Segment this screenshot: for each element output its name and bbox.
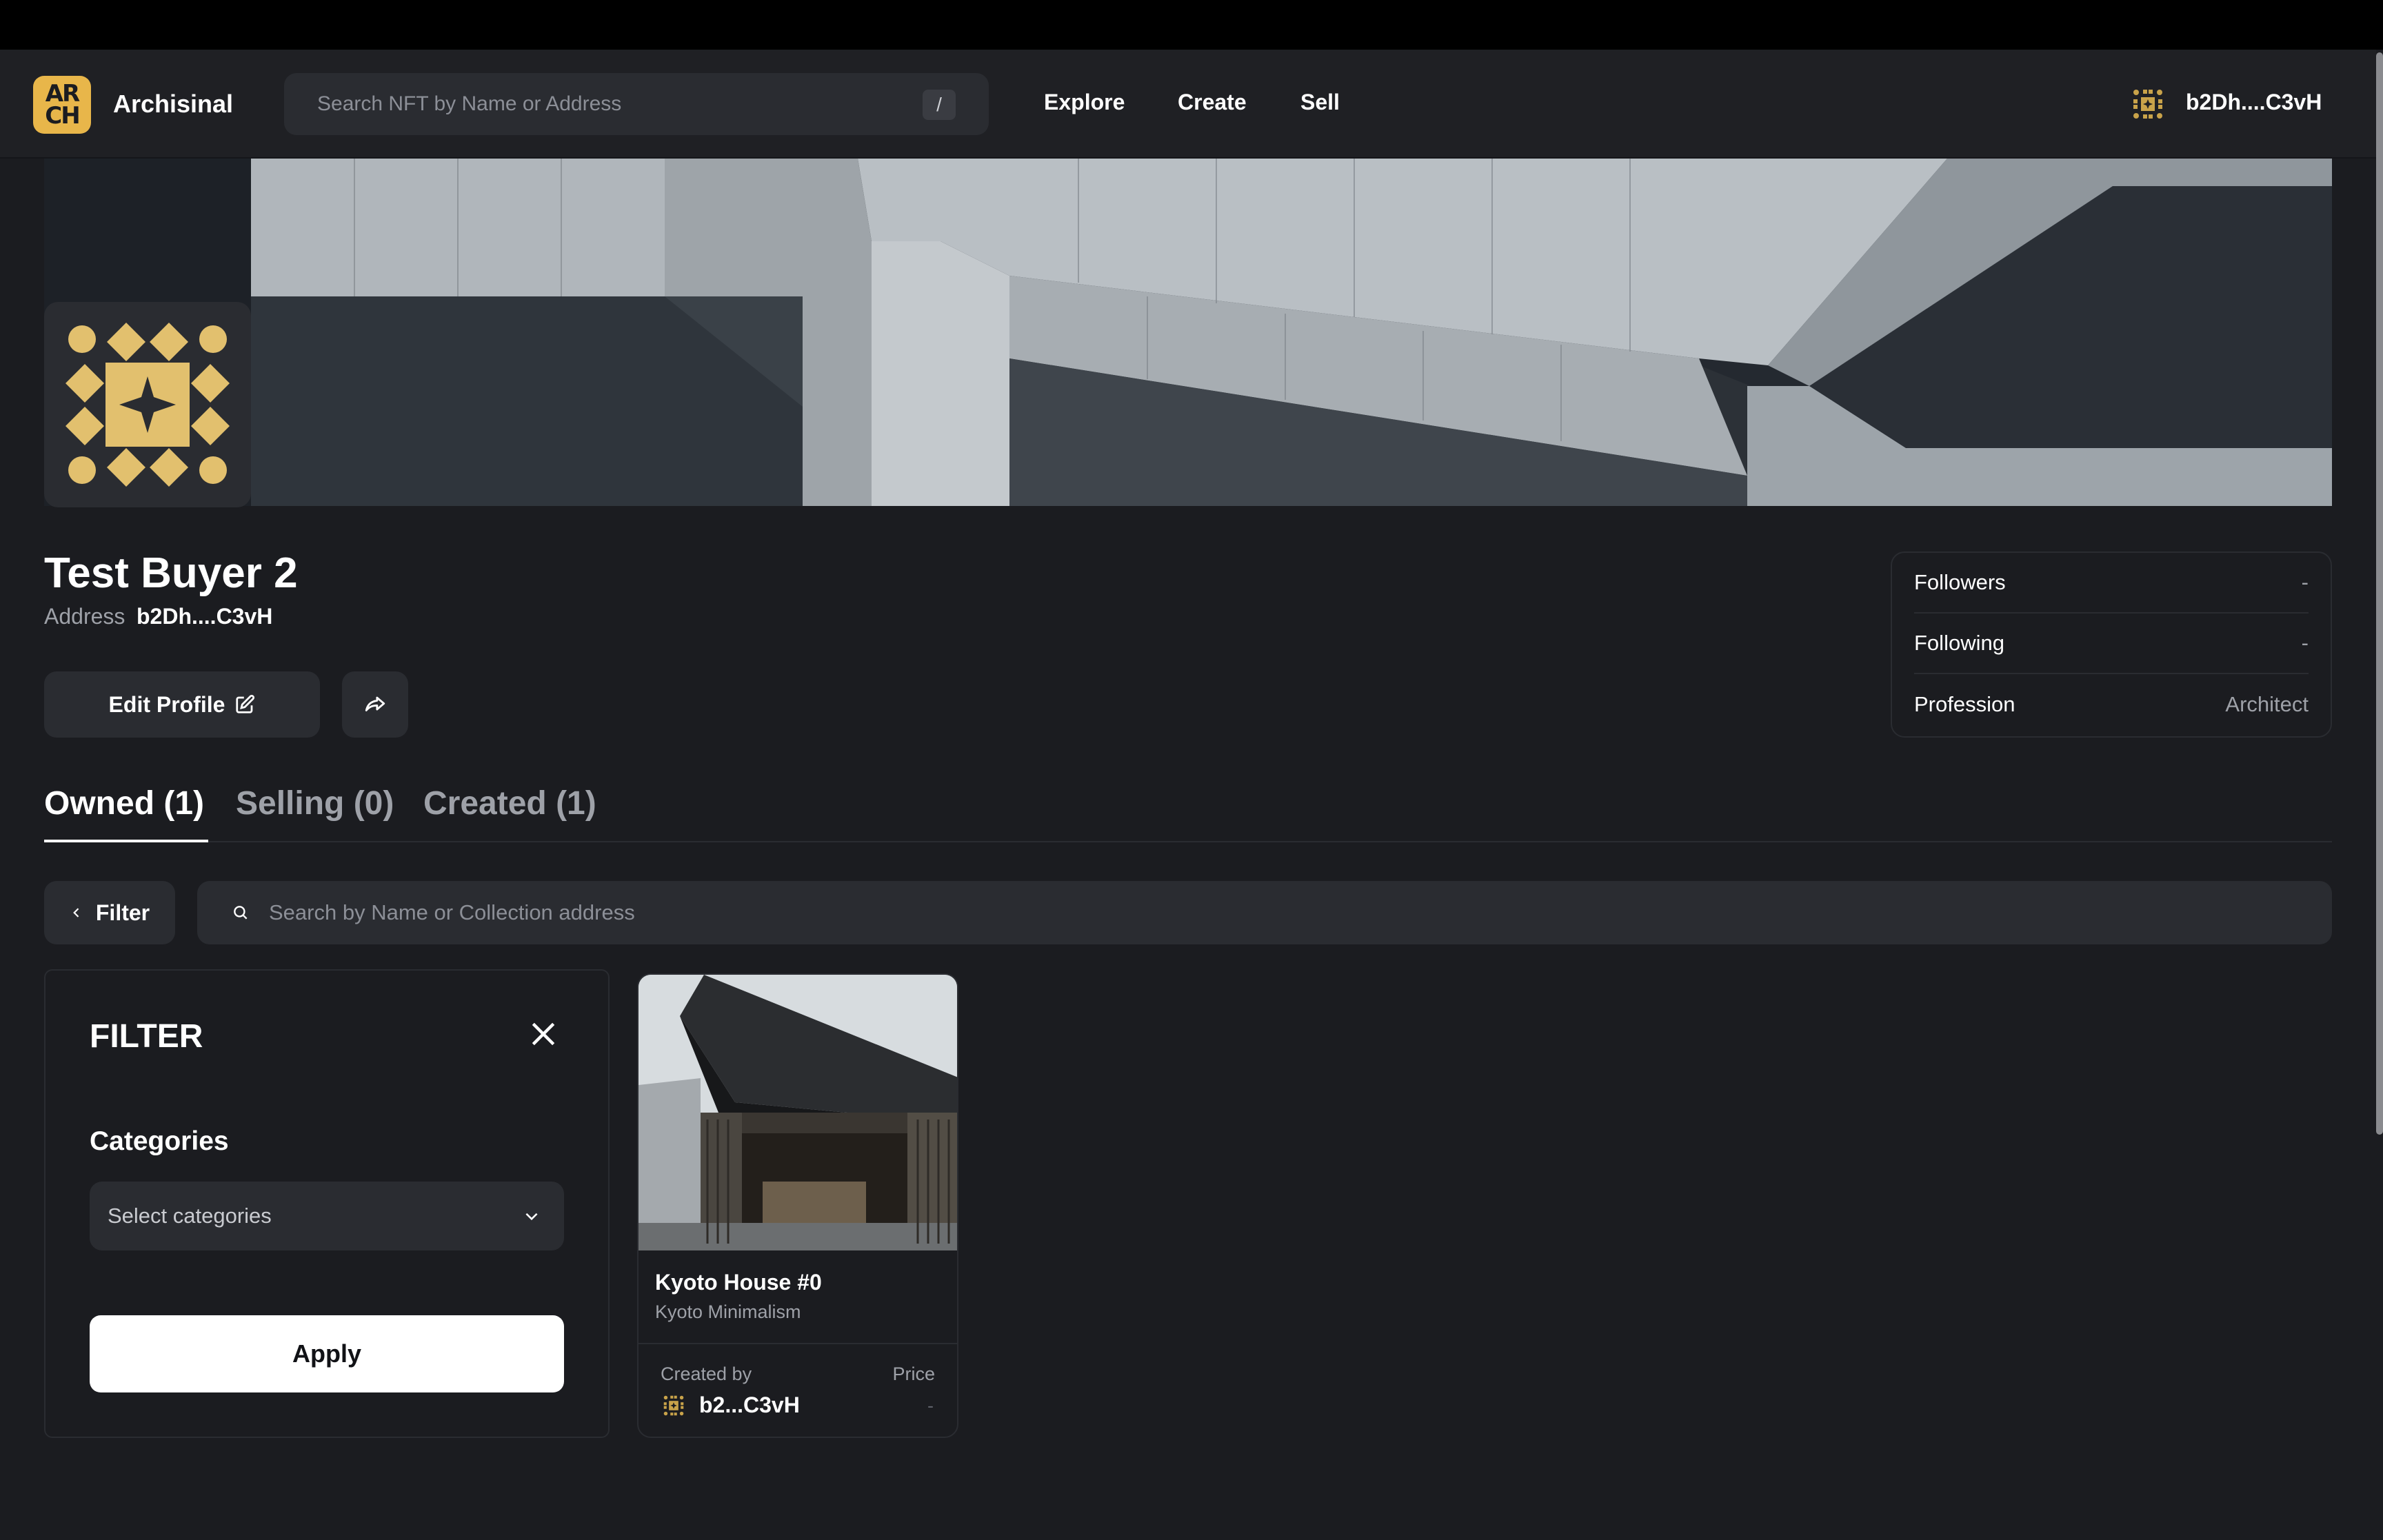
share-icon — [365, 696, 385, 711]
edit-profile-label: Edit Profile — [108, 691, 225, 717]
price-value: - — [927, 1395, 934, 1416]
nft-card-collection[interactable]: Kyoto Minimalism — [655, 1301, 801, 1323]
browser-top-bar — [0, 0, 2383, 50]
apply-button[interactable]: Apply — [90, 1315, 564, 1392]
profile-avatar-icon — [66, 323, 230, 487]
stat-following: Following - — [1914, 614, 2309, 674]
address-label: Address — [44, 604, 125, 629]
apply-button-label: Apply — [292, 1339, 361, 1368]
chevron-left-icon — [73, 908, 79, 918]
nav-explore-link[interactable]: Explore — [1044, 90, 1125, 115]
stat-label: Followers — [1914, 570, 2006, 594]
scrollbar-thumb[interactable] — [2376, 52, 2383, 1135]
stat-profession: Profession Architect — [1914, 674, 2309, 735]
stat-value: - — [2301, 631, 2309, 655]
search-icon — [234, 906, 248, 920]
logo[interactable]: AR CH — [33, 76, 91, 134]
profile-tabs: Owned (1) Selling (0) Created (1) — [44, 779, 2332, 842]
close-icon[interactable] — [528, 1019, 559, 1049]
user-avatar-icon[interactable] — [2131, 87, 2165, 121]
active-tab-indicator — [44, 840, 208, 842]
created-by-label: Created by — [661, 1364, 752, 1384]
address-value: b2Dh....C3vH — [137, 604, 273, 629]
edit-icon — [236, 694, 255, 713]
stat-label: Profession — [1914, 692, 2015, 716]
tab-created[interactable]: Created (1) — [423, 784, 596, 822]
categories-label: Categories — [90, 1126, 229, 1156]
nft-search-input[interactable]: Search NFT by Name or Address / — [284, 73, 989, 135]
creator-avatar-icon — [663, 1395, 684, 1416]
tab-owned[interactable]: Owned (1) — [44, 784, 204, 822]
price-label: Price — [892, 1364, 935, 1384]
navbar: AR CH Archisinal Search NFT by Name or A… — [0, 50, 2376, 159]
divider — [639, 1343, 957, 1344]
creator-address[interactable]: b2...C3vH — [699, 1392, 800, 1418]
nav-sell-link[interactable]: Sell — [1300, 90, 1340, 115]
nft-search-placeholder: Search NFT by Name or Address — [317, 92, 622, 115]
stat-value: Architect — [2225, 692, 2309, 716]
stat-followers: Followers - — [1914, 553, 2309, 614]
filter-button-label: Filter — [95, 900, 150, 925]
nft-thumbnail-image — [639, 975, 957, 1250]
nav-create-link[interactable]: Create — [1178, 90, 1247, 115]
profile-stats-panel: Followers - Following - Profession Archi… — [1891, 551, 2332, 738]
stat-value: - — [2301, 570, 2309, 594]
filter-toggle-button[interactable]: Filter — [44, 881, 175, 944]
nft-card-title[interactable]: Kyoto House #0 — [655, 1270, 822, 1295]
profile-banner-image — [44, 159, 2332, 506]
filter-panel-title: FILTER — [90, 1018, 203, 1055]
tab-selling[interactable]: Selling (0) — [236, 784, 394, 822]
share-button[interactable] — [342, 671, 408, 738]
user-address[interactable]: b2Dh....C3vH — [2186, 90, 2322, 115]
profile-name: Test Buyer 2 — [44, 549, 298, 597]
brand-name[interactable]: Archisinal — [113, 90, 233, 119]
search-shortcut-key: / — [923, 90, 956, 120]
logo-text: AR CH — [45, 80, 80, 130]
profile-avatar[interactable] — [44, 302, 251, 507]
categories-select-placeholder: Select categories — [108, 1204, 272, 1228]
nft-card[interactable]: Kyoto House #0 Kyoto Minimalism Created … — [637, 973, 958, 1438]
chevron-down-icon — [525, 1213, 538, 1221]
collection-search-input[interactable]: Search by Name or Collection address — [197, 881, 2332, 944]
collection-search-placeholder: Search by Name or Collection address — [269, 900, 635, 924]
categories-select[interactable]: Select categories — [90, 1182, 564, 1250]
filter-panel: FILTER Categories Select categories Appl… — [44, 969, 610, 1438]
stat-label: Following — [1914, 631, 2004, 655]
edit-profile-button[interactable]: Edit Profile — [44, 671, 320, 738]
